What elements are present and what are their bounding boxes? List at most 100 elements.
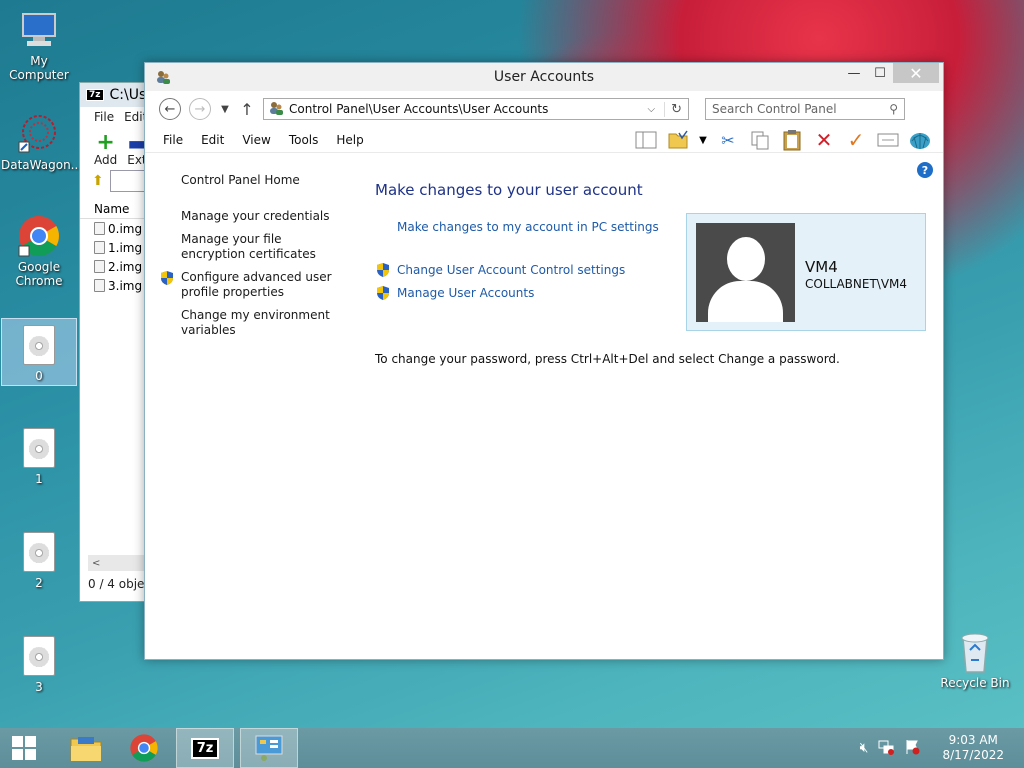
chrome-icon bbox=[17, 214, 61, 258]
datawagon-icon bbox=[17, 112, 61, 156]
user-domain: COLLABNET\VM4 bbox=[805, 277, 908, 291]
folder-options-icon[interactable] bbox=[667, 129, 689, 151]
7zip-logo-icon: 7z bbox=[190, 737, 220, 759]
shell-icon[interactable] bbox=[909, 129, 931, 151]
window-titlebar[interactable]: User Accounts — ☐ ✕ bbox=[145, 63, 943, 91]
start-button[interactable] bbox=[0, 728, 48, 768]
network-icon[interactable] bbox=[878, 739, 895, 758]
maximize-button[interactable]: ☐ bbox=[867, 63, 893, 83]
search-placeholder: Search Control Panel bbox=[712, 102, 837, 116]
sidebar-link-control-panel-home[interactable]: Control Panel Home bbox=[159, 173, 349, 188]
disc-image-icon bbox=[17, 530, 61, 574]
desktop-icon-label: My Computer bbox=[9, 54, 69, 82]
avatar bbox=[696, 223, 795, 322]
desktop-icon-file-0[interactable]: 0 bbox=[1, 318, 77, 386]
search-input[interactable]: Search Control Panel ⚲ bbox=[705, 98, 905, 120]
users-icon bbox=[268, 100, 284, 119]
plus-icon: + bbox=[96, 130, 115, 155]
desktop-icon-datawagon[interactable]: DataWagon... bbox=[1, 112, 82, 172]
window-title: User Accounts bbox=[493, 69, 595, 85]
sidebar-link-label: Configure advanced user profile properti… bbox=[181, 270, 332, 299]
copy-icon[interactable] bbox=[749, 129, 771, 151]
dropdown-chevron-icon[interactable]: ▼ bbox=[699, 129, 707, 151]
desktop-icon-my-computer[interactable]: My Computer bbox=[1, 8, 77, 82]
7zip-menu-file[interactable]: File bbox=[94, 110, 114, 124]
window-controls: — ☐ ✕ bbox=[841, 63, 939, 83]
desktop-icon-google-chrome[interactable]: Google Chrome bbox=[1, 214, 77, 288]
back-button[interactable]: ← bbox=[159, 98, 181, 120]
forward-button[interactable]: → bbox=[189, 98, 211, 120]
volume-muted-icon[interactable]: 🔇︎ bbox=[860, 740, 869, 756]
uac-shield-icon bbox=[375, 285, 391, 305]
sidebar-link-credentials[interactable]: Manage your credentials bbox=[159, 209, 349, 224]
folder-up-icon[interactable]: ⬆ bbox=[92, 173, 104, 189]
help-icon[interactable]: ? bbox=[917, 162, 933, 178]
search-icon[interactable]: ⚲ bbox=[889, 102, 898, 116]
disc-image-icon bbox=[17, 323, 61, 367]
user-accounts-window[interactable]: User Accounts — ☐ ✕ ← → ▼ ↑ Control Pane… bbox=[144, 62, 944, 660]
taskbar-control-panel[interactable] bbox=[240, 728, 298, 768]
sidebar-link-encryption-certificates[interactable]: Manage your file encryption certificates bbox=[159, 232, 349, 262]
delete-icon[interactable]: ✕ bbox=[813, 128, 835, 152]
command-toolbar: ▼ ✂ ✕ ✓ bbox=[635, 127, 931, 153]
folder-icon bbox=[70, 737, 102, 762]
recycle-bin-icon bbox=[953, 630, 997, 674]
desktop-icon-file-1[interactable]: 1 bbox=[1, 426, 77, 486]
menu-file[interactable]: File bbox=[163, 133, 192, 147]
taskbar: 7z 🔇︎ 9:03 AM 8/17/2022 bbox=[0, 728, 1024, 768]
uac-shield-icon bbox=[375, 262, 391, 282]
menu-view[interactable]: View bbox=[233, 133, 279, 147]
uac-settings-label: Change User Account Control settings bbox=[397, 263, 626, 277]
taskbar-file-explorer[interactable] bbox=[60, 728, 112, 768]
control-panel-icon bbox=[255, 735, 283, 761]
desktop-icon-label: 0 bbox=[35, 369, 43, 383]
layout-pane-icon[interactable] bbox=[635, 129, 657, 151]
desktop-icon-label: Recycle Bin bbox=[940, 676, 1010, 690]
task-sidebar: Control Panel Home Manage your credentia… bbox=[159, 173, 349, 346]
computer-icon bbox=[17, 8, 61, 52]
desktop-icon-file-3[interactable]: 3 bbox=[1, 634, 77, 694]
user-name: VM4 bbox=[805, 258, 838, 276]
file-name: 0.img bbox=[108, 221, 143, 236]
clock[interactable]: 9:03 AM 8/17/2022 bbox=[942, 733, 1004, 763]
rename-icon[interactable] bbox=[877, 129, 899, 151]
menu-tools[interactable]: Tools bbox=[280, 133, 328, 147]
up-arrow-icon[interactable]: ↑ bbox=[239, 100, 255, 119]
page-title: Make changes to your user account bbox=[375, 181, 643, 199]
system-tray: 🔇︎ 9:03 AM 8/17/2022 bbox=[860, 728, 1024, 768]
close-button[interactable]: ✕ bbox=[893, 63, 939, 83]
disc-image-icon bbox=[17, 634, 61, 678]
address-dropdown-chevron-icon[interactable]: ⌵ bbox=[644, 104, 660, 115]
action-center-flag-icon[interactable] bbox=[904, 739, 920, 758]
file-icon bbox=[94, 241, 105, 254]
paste-icon[interactable] bbox=[781, 129, 803, 151]
chrome-icon bbox=[130, 734, 158, 762]
address-bar[interactable]: Control Panel\User Accounts\User Account… bbox=[263, 98, 689, 120]
menu-edit[interactable]: Edit bbox=[192, 133, 233, 147]
scroll-left-icon[interactable]: < bbox=[88, 558, 100, 569]
minimize-button[interactable]: — bbox=[841, 63, 867, 83]
desktop-icon-label: 1 bbox=[35, 472, 43, 486]
sidebar-link-advanced-profile[interactable]: Configure advanced user profile properti… bbox=[159, 270, 349, 300]
user-account-tile: VM4 COLLABNET\VM4 bbox=[686, 213, 926, 331]
taskbar-chrome[interactable] bbox=[118, 728, 170, 768]
7zip-add-button[interactable]: + Add bbox=[94, 130, 117, 168]
desktop-icon-file-2[interactable]: 2 bbox=[1, 530, 77, 590]
taskbar-7zip[interactable]: 7z bbox=[176, 728, 234, 768]
7zip-logo-icon: 7z bbox=[86, 89, 104, 101]
desktop-icon-label: Google Chrome bbox=[15, 260, 63, 288]
recent-locations-chevron-icon[interactable]: ▼ bbox=[219, 104, 231, 115]
refresh-icon[interactable]: ↻ bbox=[664, 101, 688, 117]
desktop-icon-label: 2 bbox=[35, 576, 43, 590]
address-path: Control Panel\User Accounts\User Account… bbox=[289, 102, 549, 116]
file-icon bbox=[94, 279, 105, 292]
users-icon bbox=[155, 69, 171, 85]
sidebar-link-environment-variables[interactable]: Change my environment variables bbox=[159, 308, 349, 338]
menu-help[interactable]: Help bbox=[327, 133, 372, 147]
desktop-icon-recycle-bin[interactable]: Recycle Bin bbox=[937, 630, 1013, 690]
clock-time: 9:03 AM bbox=[948, 733, 998, 747]
navigation-bar: ← → ▼ ↑ Control Panel\User Accounts\User… bbox=[145, 91, 943, 127]
cut-icon[interactable]: ✂ bbox=[717, 129, 739, 151]
properties-check-icon[interactable]: ✓ bbox=[845, 128, 867, 152]
windows-logo-icon bbox=[12, 736, 36, 760]
